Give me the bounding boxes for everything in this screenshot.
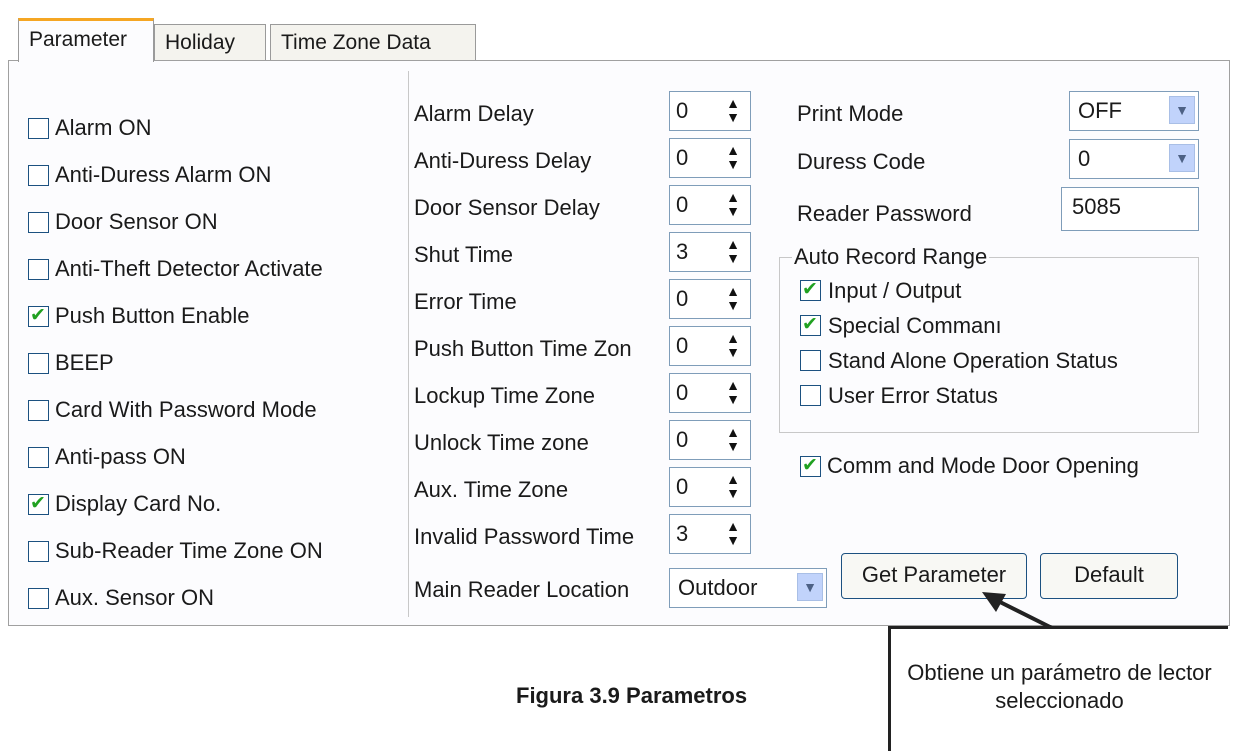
duress-code-label: Duress Code (797, 149, 926, 174)
spinner-arrows-icon[interactable]: ▲ ▼ (722, 237, 744, 267)
delay-spinner[interactable]: 0 ▲ ▼ (669, 420, 751, 460)
option-label: Door Sensor ON (55, 209, 218, 234)
option-label: Push Button Enable (55, 303, 250, 328)
auto-record-checkbox[interactable] (800, 313, 821, 336)
delay-label: Lockup Time Zone (414, 383, 595, 408)
auto-record-range-group: Auto Record Range Input / Output Special … (779, 244, 1199, 433)
auto-record-checkbox[interactable] (800, 350, 821, 371)
main-reader-location-label: Main Reader Location (414, 577, 630, 602)
delay-spinner[interactable]: 0 ▲ ▼ (669, 373, 751, 413)
option-checkbox[interactable] (28, 304, 49, 327)
print-mode-label: Print Mode (797, 101, 904, 126)
separator (408, 71, 409, 617)
spinner-arrows-icon[interactable]: ▲ ▼ (722, 519, 744, 549)
print-mode-value: OFF (1078, 98, 1122, 123)
option-label: Sub-Reader Time Zone ON (55, 538, 323, 563)
delay-spinner[interactable]: 3 ▲ ▼ (669, 514, 751, 554)
option-label: BEEP (55, 350, 114, 375)
option-checkbox[interactable] (28, 492, 49, 515)
delay-value: 0 (676, 474, 689, 499)
duress-code-select[interactable]: 0 ▼ (1069, 139, 1199, 179)
delay-value: 3 (676, 239, 689, 264)
delay-spinner[interactable]: 0 ▲ ▼ (669, 279, 751, 319)
delay-value: 0 (676, 333, 689, 358)
auto-record-label: Special Commanı (828, 313, 1002, 338)
figure-caption: Figura 3.9 Parametros (516, 683, 748, 708)
command-mode-checkbox[interactable] (800, 454, 821, 477)
spinner-arrows-icon[interactable]: ▲ ▼ (722, 472, 744, 502)
delay-spinner[interactable]: 3 ▲ ▼ (669, 232, 751, 272)
option-label: Display Card No. (55, 491, 222, 516)
parameter-panel: Alarm ON Anti-Duress Alarm ON Door Sensor … (8, 60, 1230, 626)
tab-parameter[interactable]: Parameter (18, 18, 154, 62)
auto-record-label: Input / Output (828, 278, 962, 303)
chevron-down-icon[interactable]: ▼ (797, 573, 823, 601)
delay-spinner[interactable]: 0 ▲ ▼ (669, 138, 751, 178)
command-mode-label: Comm and Mode Door Opening (827, 453, 1139, 478)
delay-label: Door Sensor Delay (414, 195, 600, 220)
option-checkbox[interactable] (28, 588, 49, 609)
reader-password-input[interactable]: 5085 (1061, 187, 1199, 231)
option-label: Anti-Theft Detector Activate (55, 256, 323, 281)
delay-value: 0 (676, 380, 689, 405)
option-checkbox[interactable] (28, 400, 49, 421)
spinner-arrows-icon[interactable]: ▲ ▼ (722, 425, 744, 455)
auto-record-label: Stand Alone Operation Status (828, 348, 1118, 373)
callout-text: Obtiene un parámetro de lector seleccion… (907, 660, 1212, 713)
duress-code-value: 0 (1078, 146, 1091, 171)
spinner-arrows-icon[interactable]: ▲ ▼ (722, 143, 744, 173)
delay-value: 0 (676, 192, 689, 217)
spinner-arrows-icon[interactable]: ▲ ▼ (722, 96, 744, 126)
option-label: Alarm ON (55, 115, 152, 140)
delay-label: Invalid Password Time (414, 524, 635, 549)
delay-value: 0 (676, 286, 689, 311)
option-checkbox[interactable] (28, 118, 49, 139)
delay-value: 0 (676, 427, 689, 452)
auto-record-label: User Error Status (828, 383, 998, 408)
option-checkbox[interactable] (28, 447, 49, 468)
delay-label: Aux. Time Zone (414, 477, 569, 502)
main-reader-location-value: Outdoor (678, 575, 758, 600)
chevron-down-icon[interactable]: ▼ (1169, 96, 1195, 124)
option-label: Anti-pass ON (55, 444, 186, 469)
option-label: Aux. Sensor ON (55, 585, 214, 610)
delay-value: 0 (676, 98, 689, 123)
auto-record-checkbox[interactable] (800, 385, 821, 406)
reader-password-value: 5085 (1072, 194, 1121, 219)
delay-label: Anti-Duress Delay (414, 148, 592, 173)
auto-record-range-title: Auto Record Range (792, 244, 990, 270)
spinner-arrows-icon[interactable]: ▲ ▼ (722, 378, 744, 408)
delay-label: Push Button Time Zon (414, 336, 632, 361)
reader-password-label: Reader Password (797, 201, 972, 226)
tab-holiday[interactable]: Holiday (154, 24, 266, 60)
delay-spinner[interactable]: 0 ▲ ▼ (669, 185, 751, 225)
auto-record-checkbox[interactable] (800, 278, 821, 301)
delay-label: Unlock Time zone (414, 430, 589, 455)
print-mode-select[interactable]: OFF ▼ (1069, 91, 1199, 131)
option-label: Card With Password Mode (55, 397, 317, 422)
option-checkbox[interactable] (28, 165, 49, 186)
option-checkbox[interactable] (28, 212, 49, 233)
delay-spinner[interactable]: 0 ▲ ▼ (669, 91, 751, 131)
callout-box: Obtiene un parámetro de lector seleccion… (888, 626, 1228, 751)
spinner-arrows-icon[interactable]: ▲ ▼ (722, 331, 744, 361)
delay-spinner[interactable]: 0 ▲ ▼ (669, 326, 751, 366)
delay-label: Shut Time (414, 242, 514, 267)
chevron-down-icon[interactable]: ▼ (1169, 144, 1195, 172)
delay-value: 3 (676, 521, 689, 546)
tab-time-zone-data[interactable]: Time Zone Data (270, 24, 476, 60)
delay-value: 0 (676, 145, 689, 170)
option-checkbox[interactable] (28, 541, 49, 562)
spinner-arrows-icon[interactable]: ▲ ▼ (722, 190, 744, 220)
spinner-arrows-icon[interactable]: ▲ ▼ (722, 284, 744, 314)
delay-label: Alarm Delay (414, 101, 534, 126)
delay-label: Error Time (414, 289, 517, 314)
main-reader-location-select[interactable]: Outdoor ▼ (669, 568, 827, 608)
option-checkbox[interactable] (28, 259, 49, 280)
option-label: Anti-Duress Alarm ON (55, 162, 272, 187)
option-checkbox[interactable] (28, 353, 49, 374)
delay-spinner[interactable]: 0 ▲ ▼ (669, 467, 751, 507)
